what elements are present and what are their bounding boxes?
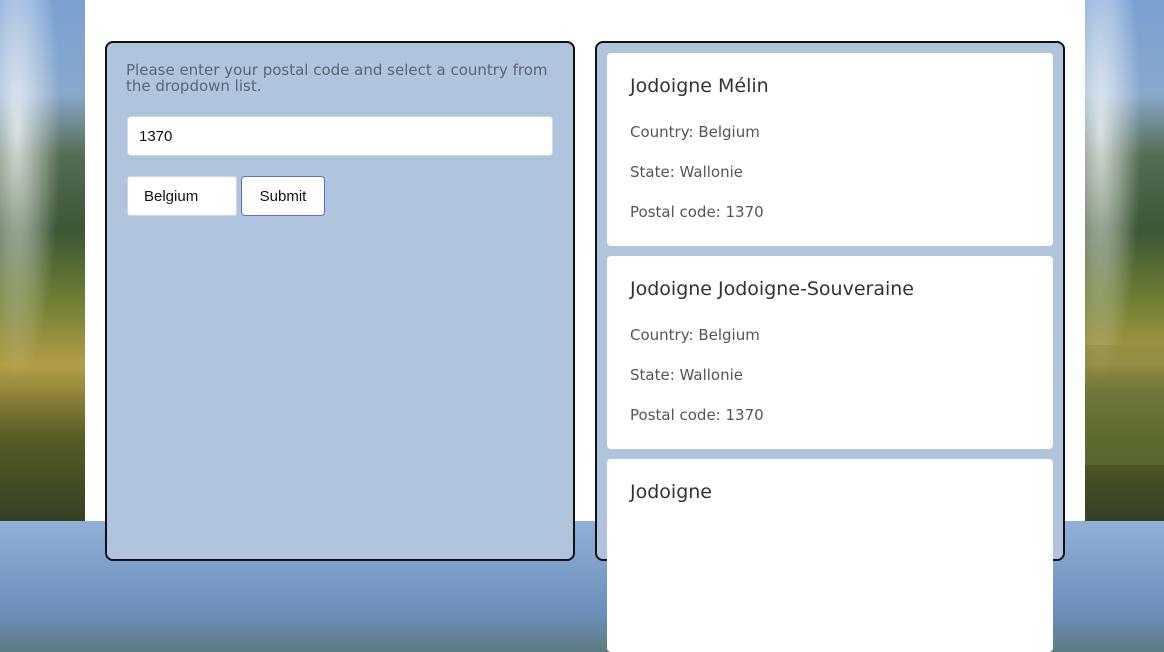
result-card: Jodoigne [607, 459, 1053, 652]
main-container: Please enter your postal code and select… [85, 0, 1085, 652]
result-state: State: Wallonie [630, 366, 744, 384]
instructions-text: Please enter your postal code and select… [126, 61, 548, 95]
submit-button[interactable]: Submit [241, 176, 325, 216]
background-landscape-left [0, 0, 85, 521]
result-postal-code: Postal code: 1370 [630, 203, 764, 221]
result-country: Country: Belgium [630, 123, 760, 141]
result-card: Jodoigne Mélin Country: Belgium State: W… [607, 53, 1053, 246]
result-title: Jodoigne Jodoigne-Souveraine [630, 278, 914, 300]
search-form-panel: Please enter your postal code and select… [105, 41, 575, 561]
country-select[interactable]: Belgium [127, 176, 237, 216]
results-panel: Jodoigne Mélin Country: Belgium State: W… [595, 41, 1065, 652]
postal-code-input[interactable] [127, 116, 553, 156]
result-title: Jodoigne Mélin [630, 75, 769, 97]
result-card: Jodoigne Jodoigne-Souveraine Country: Be… [607, 256, 1053, 449]
result-title: Jodoigne [630, 481, 712, 503]
country-select-value: Belgium [144, 187, 199, 205]
result-postal-code: Postal code: 1370 [630, 406, 764, 424]
result-country: Country: Belgium [630, 326, 760, 344]
background-landscape-right [1085, 0, 1164, 521]
result-state: State: Wallonie [630, 163, 744, 181]
